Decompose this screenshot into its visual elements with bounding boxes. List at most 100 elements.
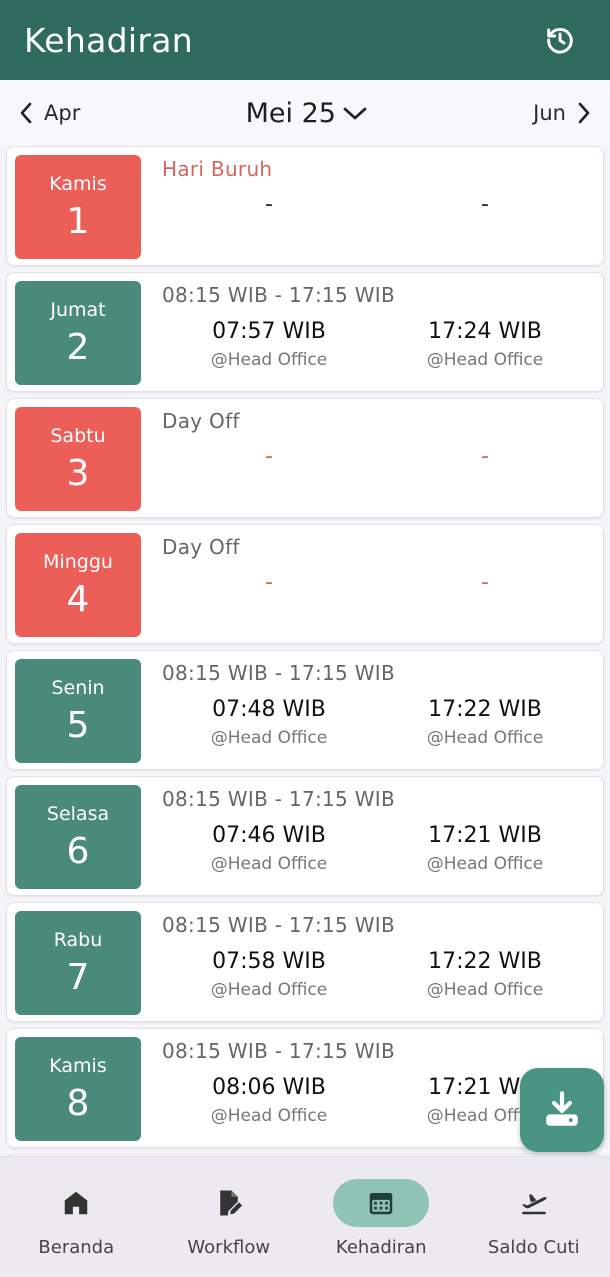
shift-schedule: 08:15 WIB - 17:15 WIB [162,1039,396,1063]
date-box: Jumat 2 [15,281,141,385]
month-dropdown[interactable]: Mei 25 [246,98,368,129]
chevron-left-icon [20,102,32,124]
nav-item-beranda[interactable]: Beranda [0,1157,153,1277]
date-box: Kamis 8 [15,1037,141,1141]
attendance-day-card[interactable]: Selasa 6 08:15 WIB - 17:15 WIB 07:46 WIB… [6,776,604,896]
attendance-day-card[interactable]: Minggu 4 Day Off - - [6,524,604,644]
check-out: 17:22 WIB @Head Office [385,697,585,748]
check-in: - [169,571,369,595]
check-in-location: @Head Office [210,350,328,370]
attendance-day-card[interactable]: Sabtu 3 Day Off - - [6,398,604,518]
check-in-time: 08:06 WIB [212,1075,326,1100]
check-in-location: @Head Office [210,1106,328,1126]
day-name: Kamis [49,1054,107,1077]
check-out-location: @Head Office [426,728,544,748]
page-title: Kehadiran [24,20,193,60]
check-in-time: 07:48 WIB [212,697,326,722]
check-out-location: @Head Office [426,350,544,370]
check-in-location: @Head Office [210,728,328,748]
check-out-location: @Head Office [426,980,544,1000]
shift-schedule: 08:15 WIB - 17:15 WIB [162,787,396,811]
shift-schedule: 08:15 WIB - 17:15 WIB [162,913,396,937]
check-in: 07:58 WIB @Head Office [169,949,369,1000]
check-out: 17:24 WIB @Head Office [385,319,585,370]
day-name: Minggu [43,550,113,573]
check-in-time: 07:57 WIB [212,319,326,344]
check-out-time: 17:22 WIB [428,697,542,722]
app-bar: Kehadiran [0,0,610,80]
check-in-location: @Head Office [210,980,328,1000]
check-out-time: 17:22 WIB [428,949,542,974]
attendance-day-card[interactable]: Jumat 2 08:15 WIB - 17:15 WIB 07:57 WIB … [6,272,604,392]
attendance-day-card[interactable]: Kamis 8 08:15 WIB - 17:15 WIB 08:06 WIB … [6,1028,604,1148]
day-name: Jumat [50,298,106,321]
day-number: 1 [66,200,90,242]
date-box: Minggu 4 [15,533,141,637]
plane-departure-icon [521,1194,547,1215]
nav-label: Saldo Cuti [487,1237,580,1258]
check-in: 07:57 WIB @Head Office [169,319,369,370]
nav-icon-container [28,1179,124,1227]
check-in: 07:48 WIB @Head Office [169,697,369,748]
month-navigator: Apr Mei 25 Jun [0,80,610,146]
check-out-time: - [481,570,489,595]
next-month-label: Jun [533,101,566,125]
day-number: 4 [66,578,90,620]
check-in: - [169,445,369,469]
nav-label: Workflow [187,1237,271,1258]
check-out-time: 17:24 WIB [428,319,542,344]
nav-label: Kehadiran [335,1237,427,1258]
day-number: 3 [66,452,90,494]
check-in-time: - [265,570,273,595]
day-name: Kamis [49,172,107,195]
attendance-day-card[interactable]: Rabu 7 08:15 WIB - 17:15 WIB 07:58 WIB @… [6,902,604,1022]
shift-schedule: 08:15 WIB - 17:15 WIB [162,661,396,685]
check-in-time: - [265,192,273,217]
download-icon [546,1091,578,1126]
nav-item-workflow[interactable]: Workflow [153,1157,306,1277]
date-box: Senin 5 [15,659,141,763]
history-button[interactable] [538,18,582,62]
chevron-down-icon [343,107,367,120]
check-in: - [169,193,369,217]
day-number: 8 [66,1082,90,1124]
check-in: 07:46 WIB @Head Office [169,823,369,874]
day-number: 6 [66,830,90,872]
next-month-button[interactable]: Jun [533,101,592,125]
nav-icon-container [486,1179,582,1227]
check-in-time: - [265,444,273,469]
check-out: 17:22 WIB @Head Office [385,949,585,1000]
check-out: 17:21 WIB @Head Office [385,823,585,874]
bottom-navigation: Beranda Workflow Kehadiran Saldo Cuti [0,1156,610,1277]
check-in-location: @Head Office [210,854,328,874]
check-out-time: - [481,192,489,217]
nav-item-kehadiran[interactable]: Kehadiran [305,1157,458,1277]
attendance-day-card[interactable]: Senin 5 08:15 WIB - 17:15 WIB 07:48 WIB … [6,650,604,770]
download-button[interactable] [520,1068,604,1152]
day-name: Selasa [46,802,110,825]
day-name: Sabtu [50,424,106,447]
check-out: - [385,193,585,217]
check-out-time: 17:21 WIB [428,823,542,848]
shift-schedule: Day Off [162,535,240,559]
check-out-location: @Head Office [426,854,544,874]
day-name: Senin [51,676,105,699]
check-in-time: 07:58 WIB [212,949,326,974]
attendance-day-card[interactable]: Kamis 1 Hari Buruh - - [6,146,604,266]
date-box: Kamis 1 [15,155,141,259]
holiday-label: Hari Buruh [162,157,273,181]
check-out-time: - [481,444,489,469]
home-icon [65,1191,88,1215]
nav-item-saldo-cuti[interactable]: Saldo Cuti [458,1157,610,1277]
prev-month-button[interactable]: Apr [18,101,80,125]
prev-month-label: Apr [44,101,81,125]
chevron-right-icon [578,102,590,124]
day-number: 5 [66,704,90,746]
check-out: - [385,445,585,469]
day-name: Rabu [53,928,103,951]
document-edit-icon [220,1190,242,1216]
nav-label: Beranda [38,1237,115,1258]
check-in-time: 07:46 WIB [212,823,326,848]
shift-schedule: 08:15 WIB - 17:15 WIB [162,283,396,307]
history-icon [547,27,573,54]
